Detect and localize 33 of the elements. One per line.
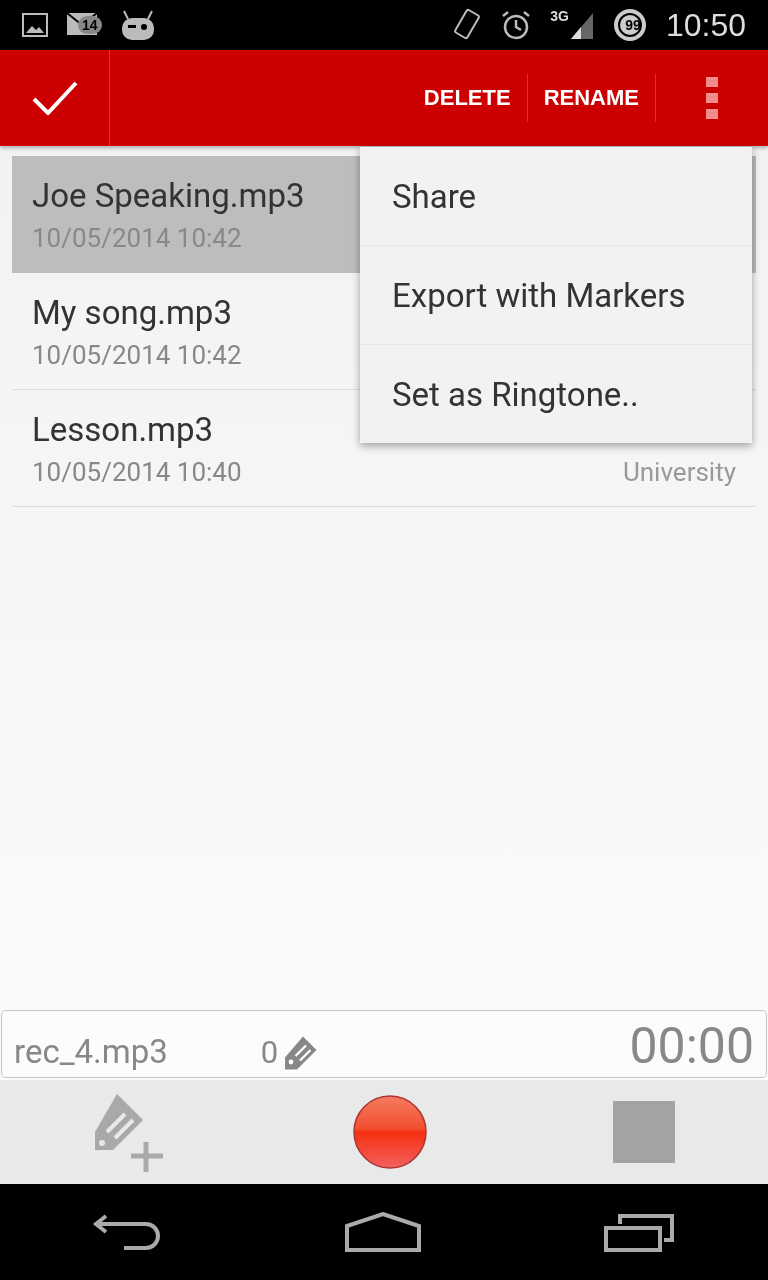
tag-icon [282,1035,319,1071]
stop-icon [613,1101,676,1163]
robot-icon [119,9,156,41]
elapsed-time: 00:00 [628,1021,754,1071]
record-button[interactable] [352,1094,428,1170]
notification-badge: 14 [78,16,102,34]
clock-time: 10:50 [665,6,746,44]
battery-level: 99 [624,17,642,33]
menu-item[interactable]: Export with Markers [360,245,752,344]
action-button[interactable]: RENAME [527,74,656,122]
action-button[interactable]: DELETE [407,74,528,122]
battery-icon [612,8,647,42]
recents-button[interactable] [604,1212,677,1252]
recording-name: Lesson.mp3 [32,409,214,449]
home-button[interactable] [345,1212,421,1252]
network-label: 3G [550,8,569,24]
back-button[interactable] [91,1212,162,1252]
menu-item[interactable]: Share [360,147,752,245]
recording-category: University [622,456,736,487]
record-icon [352,1094,428,1170]
menu-item[interactable]: Set as Ringtone.. [360,344,752,443]
back-icon [91,1212,162,1252]
recording-name: Joe Speaking.mp3 [32,175,305,215]
checkmark-icon [31,81,78,115]
recording-date: 10/05/2014 10:40 [32,456,242,487]
recents-icon [604,1212,677,1252]
recording-date: 10/05/2014 10:42 [32,339,242,370]
file-name: rec_4.mp3 [14,1032,169,1071]
home-icon [345,1212,421,1252]
marker-count: 0 [260,1034,279,1071]
recording-name: My song.mp3 [32,292,232,332]
more-icon [706,77,718,119]
image-icon [22,13,48,37]
